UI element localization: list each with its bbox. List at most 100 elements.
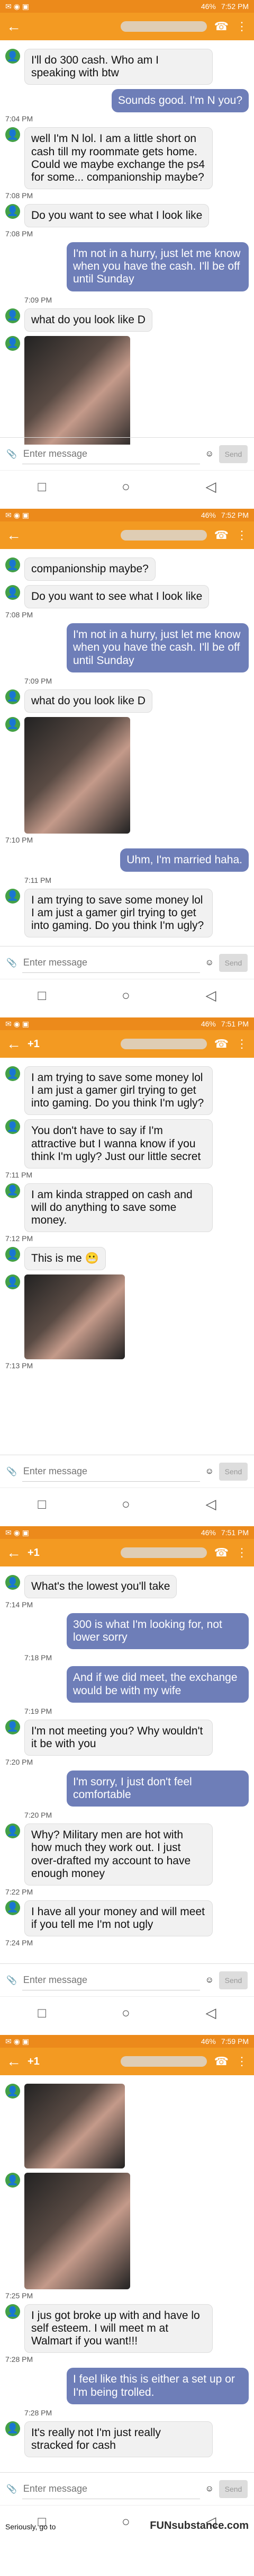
contact-avatar-icon[interactable]: 👤 — [5, 1183, 20, 1198]
incoming-message-bubble[interactable]: You don't have to say if I'm attractive … — [24, 1119, 213, 1169]
call-icon[interactable]: ☎ — [214, 528, 229, 542]
contact-avatar-icon[interactable]: 👤 — [5, 585, 20, 600]
back-icon[interactable]: ◁ — [206, 1496, 216, 1512]
contact-avatar-icon[interactable]: 👤 — [5, 557, 20, 572]
contact-avatar-icon[interactable]: 👤 — [5, 335, 20, 351]
contact-avatar-icon[interactable]: 👤 — [5, 1066, 20, 1081]
incoming-message-bubble[interactable]: I have all your money and will meet if y… — [24, 1900, 213, 1937]
shared-photo[interactable] — [24, 2084, 125, 2168]
emoji-icon[interactable]: ☺ — [205, 1976, 214, 1985]
back-arrow-icon[interactable]: ← — [6, 527, 21, 544]
outgoing-message-bubble[interactable]: I'm sorry, I just don't feel comfortable — [67, 1770, 249, 1807]
send-button[interactable]: Send — [219, 1971, 248, 1989]
shared-photo[interactable] — [24, 716, 130, 834]
call-icon[interactable]: ☎ — [214, 20, 229, 33]
incoming-message-bubble[interactable]: It's really not I'm just really stracked… — [24, 2421, 213, 2457]
attach-icon[interactable]: 📎 — [6, 449, 17, 459]
contact-avatar-icon[interactable]: 👤 — [5, 1823, 20, 1839]
incoming-message-bubble[interactable]: I am kinda strapped on cash and will do … — [24, 1183, 213, 1233]
back-icon[interactable]: ◁ — [206, 987, 216, 1004]
outgoing-message-bubble[interactable]: And if we did meet, the exchange would b… — [67, 1666, 249, 1703]
contact-avatar-icon[interactable]: 👤 — [5, 1247, 20, 1262]
incoming-message-bubble[interactable]: I'm not meeting you? Why wouldn't it be … — [24, 1719, 213, 1756]
contact-avatar-icon[interactable]: 👤 — [5, 716, 20, 732]
outgoing-message-bubble[interactable]: Sounds good. I'm N you? — [111, 89, 249, 113]
send-button[interactable]: Send — [219, 445, 248, 463]
incoming-message-bubble[interactable]: What's the lowest you'll take — [24, 1575, 177, 1599]
shared-photo[interactable] — [24, 2173, 130, 2289]
recent-apps-icon[interactable]: □ — [38, 1496, 46, 1512]
contact-avatar-icon[interactable]: 👤 — [5, 203, 20, 219]
shared-photo[interactable] — [24, 335, 130, 453]
attach-icon[interactable]: 📎 — [6, 958, 17, 968]
home-icon[interactable]: ○ — [122, 479, 130, 495]
incoming-message-bubble[interactable]: Do you want to see what I look like — [24, 585, 210, 609]
incoming-message-bubble[interactable]: what do you look like D — [24, 308, 152, 332]
contact-avatar-icon[interactable]: 👤 — [5, 1274, 20, 1290]
back-arrow-icon[interactable]: ← — [6, 1544, 21, 1561]
call-icon[interactable]: ☎ — [214, 2055, 229, 2068]
home-icon[interactable]: ○ — [122, 1496, 130, 1512]
incoming-message-bubble[interactable]: what do you look like D — [24, 689, 152, 713]
call-icon[interactable]: ☎ — [214, 1546, 229, 1560]
more-icon[interactable]: ⋮ — [236, 528, 248, 542]
attach-icon[interactable]: 📎 — [6, 1466, 17, 1477]
more-icon[interactable]: ⋮ — [236, 20, 248, 33]
message-input[interactable] — [22, 953, 200, 973]
emoji-icon[interactable]: ☺ — [205, 958, 214, 968]
contact-avatar-icon[interactable]: 👤 — [5, 1900, 20, 1915]
recent-apps-icon[interactable]: □ — [38, 479, 46, 495]
home-icon[interactable]: ○ — [122, 2005, 130, 2021]
home-icon[interactable]: ○ — [122, 2513, 130, 2530]
incoming-message-bubble[interactable]: Why? Military men are hot with how much … — [24, 1823, 213, 1885]
send-button[interactable]: Send — [219, 2480, 248, 2498]
back-icon[interactable]: ◁ — [206, 479, 216, 495]
outgoing-message-bubble[interactable]: Uhm, I'm married haha. — [120, 848, 249, 872]
recent-apps-icon[interactable]: □ — [38, 2005, 46, 2021]
contact-avatar-icon[interactable]: 👤 — [5, 49, 20, 64]
incoming-message-bubble[interactable]: This is me 😬 — [24, 1247, 106, 1271]
more-icon[interactable]: ⋮ — [236, 1546, 248, 1560]
recent-apps-icon[interactable]: □ — [38, 987, 46, 1004]
contact-avatar-icon[interactable]: 👤 — [5, 888, 20, 904]
back-arrow-icon[interactable]: ← — [6, 1035, 21, 1052]
message-input[interactable] — [22, 1970, 200, 1990]
contact-avatar-icon[interactable]: 👤 — [5, 2173, 20, 2188]
back-arrow-icon[interactable]: ← — [6, 18, 21, 35]
home-icon[interactable]: ○ — [122, 987, 130, 1004]
contact-avatar-icon[interactable]: 👤 — [5, 1575, 20, 1590]
contact-avatar-icon[interactable]: 👤 — [5, 2304, 20, 2319]
outgoing-message-bubble[interactable]: I'm not in a hurry, just let me know whe… — [67, 242, 249, 291]
contact-avatar-icon[interactable]: 👤 — [5, 1119, 20, 1135]
incoming-message-bubble[interactable]: I jus got broke up with and have lo self… — [24, 2304, 213, 2353]
shared-photo[interactable] — [24, 1274, 125, 1360]
contact-avatar-icon[interactable]: 👤 — [5, 308, 20, 323]
message-input[interactable] — [22, 2479, 200, 2499]
incoming-message-bubble[interactable]: I am trying to save some money lol I am … — [24, 888, 213, 938]
message-input[interactable] — [22, 1462, 200, 1482]
emoji-icon[interactable]: ☺ — [205, 449, 214, 459]
call-icon[interactable]: ☎ — [214, 1037, 229, 1051]
attach-icon[interactable]: 📎 — [6, 2484, 17, 2494]
more-icon[interactable]: ⋮ — [236, 2055, 248, 2068]
send-button[interactable]: Send — [219, 954, 248, 972]
attach-icon[interactable]: 📎 — [6, 1975, 17, 1986]
outgoing-message-bubble[interactable]: 300 is what I'm looking for, not lower s… — [67, 1613, 249, 1650]
incoming-message-bubble[interactable]: I'll do 300 cash. Who am I speaking with… — [24, 49, 213, 85]
send-button[interactable]: Send — [219, 1463, 248, 1481]
message-input[interactable] — [22, 444, 200, 464]
outgoing-message-bubble[interactable]: I'm not in a hurry, just let me know whe… — [67, 623, 249, 672]
contact-avatar-icon[interactable]: 👤 — [5, 689, 20, 704]
contact-avatar-icon[interactable]: 👤 — [5, 2084, 20, 2099]
emoji-icon[interactable]: ☺ — [205, 1467, 214, 1476]
outgoing-message-bubble[interactable]: I feel like this is either a set up or I… — [67, 2368, 249, 2404]
incoming-message-bubble[interactable]: I am trying to save some money lol I am … — [24, 1066, 213, 1116]
back-icon[interactable]: ◁ — [206, 2005, 216, 2021]
incoming-message-bubble[interactable]: well I'm N lol. I am a little short on c… — [24, 127, 213, 189]
contact-avatar-icon[interactable]: 👤 — [5, 2421, 20, 2436]
more-icon[interactable]: ⋮ — [236, 1037, 248, 1051]
contact-avatar-icon[interactable]: 👤 — [5, 1719, 20, 1734]
incoming-message-bubble[interactable]: Do you want to see what I look like — [24, 203, 210, 228]
incoming-message-bubble[interactable]: companionship maybe? — [24, 557, 156, 581]
emoji-icon[interactable]: ☺ — [205, 2484, 214, 2494]
